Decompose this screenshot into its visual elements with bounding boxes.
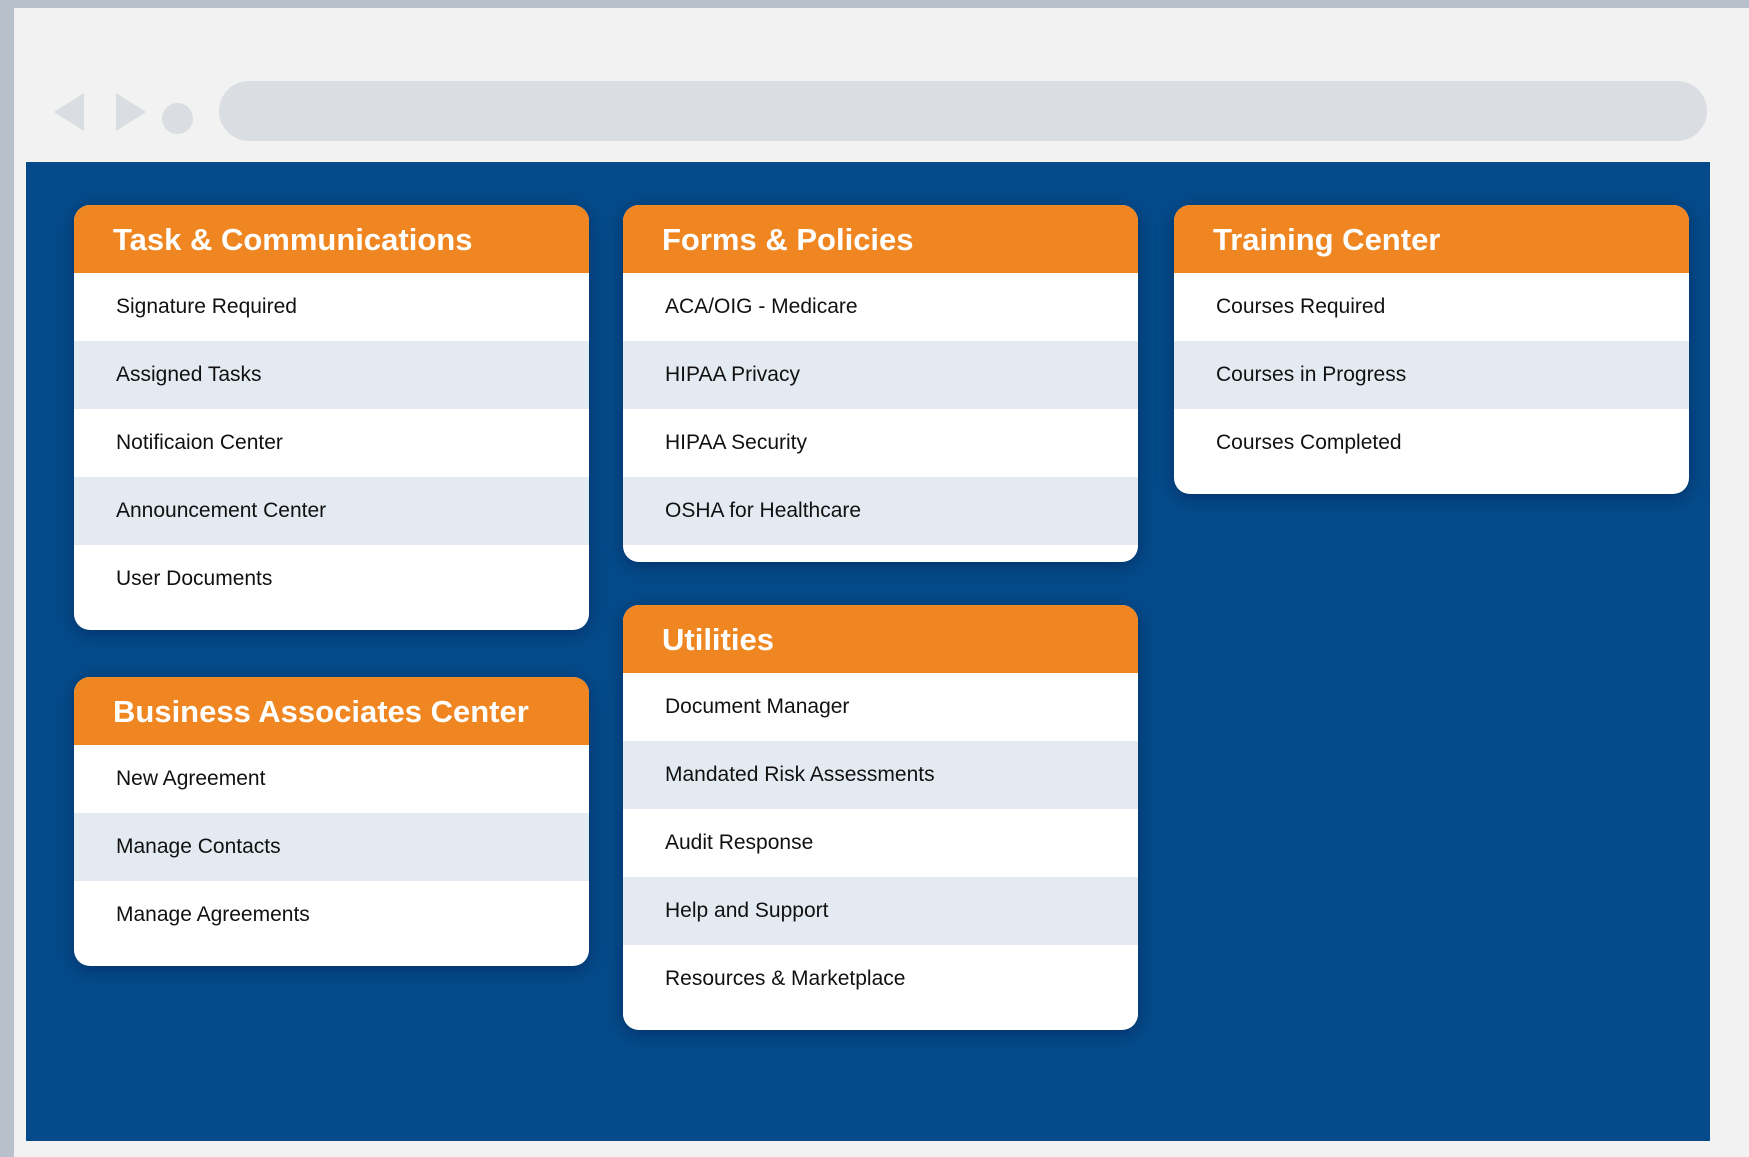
menu-item-document-manager[interactable]: Document Manager	[623, 673, 1138, 741]
menu-item-courses-completed[interactable]: Courses Completed	[1174, 409, 1689, 477]
menu-item-manage-agreements[interactable]: Manage Agreements	[74, 881, 589, 949]
menu-item-audit-response[interactable]: Audit Response	[623, 809, 1138, 877]
card-title: Training Center	[1174, 205, 1689, 273]
menu-item-hipaa-security[interactable]: HIPAA Security	[623, 409, 1138, 477]
card-menu: ACA/OIG - Medicare HIPAA Privacy HIPAA S…	[623, 273, 1138, 562]
card-training-center: Training Center Courses Required Courses…	[1174, 205, 1689, 494]
card-title: Forms & Policies	[623, 205, 1138, 273]
menu-item-manage-contacts[interactable]: Manage Contacts	[74, 813, 589, 881]
forward-arrow-icon[interactable]	[116, 93, 146, 131]
address-bar[interactable]	[219, 81, 1707, 141]
menu-item-mandated-risk-assessments[interactable]: Mandated Risk Assessments	[623, 741, 1138, 809]
menu-item-new-agreement[interactable]: New Agreement	[74, 745, 589, 813]
back-arrow-icon[interactable]	[54, 93, 84, 131]
menu-item-resources-marketplace[interactable]: Resources & Marketplace	[623, 945, 1138, 1013]
card-title: Task & Communications	[74, 205, 589, 273]
reload-dot-icon[interactable]	[162, 103, 193, 134]
menu-item-courses-in-progress[interactable]: Courses in Progress	[1174, 341, 1689, 409]
menu-item-signature-required[interactable]: Signature Required	[74, 273, 589, 341]
menu-item-announcement-center[interactable]: Announcement Center	[74, 477, 589, 545]
card-menu: Signature Required Assigned Tasks Notifi…	[74, 273, 589, 630]
card-business-associates: Business Associates Center New Agreement…	[74, 677, 589, 966]
card-menu: New Agreement Manage Contacts Manage Agr…	[74, 745, 589, 966]
menu-item-hipaa-privacy[interactable]: HIPAA Privacy	[623, 341, 1138, 409]
menu-item-notification-center[interactable]: Notificaion Center	[74, 409, 589, 477]
menu-item-assigned-tasks[interactable]: Assigned Tasks	[74, 341, 589, 409]
card-utilities: Utilities Document Manager Mandated Risk…	[623, 605, 1138, 1030]
menu-item-aca-oig-medicare[interactable]: ACA/OIG - Medicare	[623, 273, 1138, 341]
card-title: Business Associates Center	[74, 677, 589, 745]
menu-item-user-documents[interactable]: User Documents	[74, 545, 589, 613]
card-task-communications: Task & Communications Signature Required…	[74, 205, 589, 630]
card-menu: Courses Required Courses in Progress Cou…	[1174, 273, 1689, 494]
card-menu: Document Manager Mandated Risk Assessmen…	[623, 673, 1138, 1030]
menu-item-courses-required[interactable]: Courses Required	[1174, 273, 1689, 341]
card-forms-policies: Forms & Policies ACA/OIG - Medicare HIPA…	[623, 205, 1138, 562]
card-title: Utilities	[623, 605, 1138, 673]
menu-item-osha-healthcare[interactable]: OSHA for Healthcare	[623, 477, 1138, 545]
menu-item-help-support[interactable]: Help and Support	[623, 877, 1138, 945]
